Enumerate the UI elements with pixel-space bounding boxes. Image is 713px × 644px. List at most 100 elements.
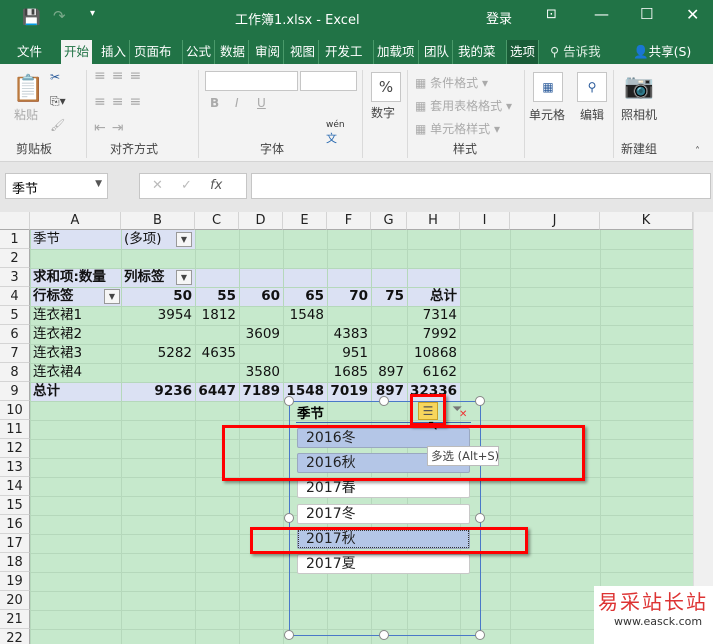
cancel-icon[interactable]: ✕ [152,178,163,193]
ribbon-display-icon[interactable]: ⊡ [546,7,557,22]
row-header-6[interactable]: 6 [0,325,30,344]
format-painter-icon[interactable]: 🖌 [50,118,65,132]
paste-icon[interactable]: 📋 [12,74,44,104]
paste-button[interactable]: 粘贴 [14,106,38,123]
row-header-16[interactable]: 16 [0,515,30,534]
row-header-22[interactable]: 22 [0,629,30,644]
italic-button[interactable]: I [235,96,239,110]
pivot-row-label[interactable]: 连衣裙1 [30,306,121,325]
pivot-column-header[interactable]: 总计 [407,287,460,306]
pivot-row-label[interactable]: 连衣裙2 [30,325,121,344]
filter-icon[interactable]: ▼ [176,232,192,247]
tab-home[interactable]: 开始 [61,40,93,64]
row-header-9[interactable]: 9 [0,382,30,401]
slicer-item[interactable]: 2017冬 [297,504,470,524]
find-icon[interactable]: ⚲ [577,72,607,102]
phonetic-button[interactable]: wén 文 [326,120,345,146]
row-header-8[interactable]: 8 [0,363,30,382]
pivot-value-cell[interactable]: 1812 [195,306,239,325]
copy-icon[interactable]: ⎘▾ [50,94,66,109]
row-header-4[interactable]: 4 [0,287,30,306]
save-icon[interactable]: 💾 [22,8,41,26]
tab-view[interactable]: 视图 [287,40,320,64]
pivot-column-header[interactable]: 65 [283,287,327,306]
pivot-grand-total-cell[interactable]: 7189 [239,382,283,401]
pivot-sum-label[interactable]: 求和项:数量 [30,268,195,287]
tab-file[interactable]: 文件 [14,40,45,64]
share-button[interactable]: 👤共享(S) [633,41,691,60]
pivot-column-labels[interactable]: 列标签 [121,268,168,287]
cells-icon[interactable]: ▦ [533,72,563,102]
column-header-K[interactable]: K [600,212,693,230]
pivot-value-cell[interactable]: 1685 [327,363,371,382]
pivot-value-cell[interactable]: 3609 [239,325,283,344]
pivot-value-cell[interactable]: 4635 [195,344,239,363]
tell-me-button[interactable]: ⚲ 告诉我 [550,41,601,60]
pivot-row-label[interactable]: 连衣裙3 [30,344,121,363]
pivot-value-cell[interactable]: 897 [371,363,407,382]
vertical-scrollbar[interactable] [693,212,713,644]
select-all-corner[interactable] [0,212,30,230]
row-header-17[interactable]: 17 [0,534,30,553]
tab-my-menu[interactable]: 我的菜单 [455,40,507,64]
row-header-13[interactable]: 13 [0,458,30,477]
redo-icon[interactable]: ↷ [53,7,66,25]
column-header-J[interactable]: J [510,212,600,230]
row-header-11[interactable]: 11 [0,420,30,439]
resize-handle[interactable] [284,513,294,523]
login-link[interactable]: 登录 [486,8,512,27]
column-header-C[interactable]: C [195,212,239,230]
row-header-7[interactable]: 7 [0,344,30,363]
pivot-grand-total-cell[interactable]: 6447 [195,382,239,401]
pivot-grand-total-cell[interactable]: 9236 [121,382,195,401]
row-header-1[interactable]: 1 [0,230,30,249]
tab-options[interactable]: 选项 [507,40,540,64]
row-header-3[interactable]: 3 [0,268,30,287]
tab-data[interactable]: 数据 [217,40,250,64]
slicer-item[interactable]: 2017春 [297,478,470,498]
row-header-5[interactable]: 5 [0,306,30,325]
column-header-B[interactable]: B [121,212,195,230]
column-header-H[interactable]: H [407,212,460,230]
column-header-E[interactable]: E [283,212,327,230]
pivot-value-cell[interactable]: 6162 [407,363,460,382]
tab-developer[interactable]: 开发工具 [322,40,374,64]
pivot-value-cell[interactable]: 7992 [407,325,460,344]
number-format-button[interactable]: 数字 [371,104,395,121]
pivot-value-cell[interactable]: 4383 [327,325,371,344]
cell-styles-button[interactable]: ▦ 单元格样式 ▾ [415,120,500,137]
customize-toolbar-icon[interactable]: ▾ [90,8,95,19]
bold-button[interactable]: B [210,96,219,110]
font-name-select[interactable] [205,71,298,91]
conditional-format-button[interactable]: ▦ 条件格式 ▾ [415,74,488,91]
pivot-value-cell[interactable]: 1548 [283,306,327,325]
pivot-value-cell[interactable]: 5282 [121,344,195,363]
row-header-2[interactable]: 2 [0,249,30,268]
column-header-D[interactable]: D [239,212,283,230]
fx-icon[interactable]: fx [210,178,222,193]
pivot-column-header[interactable]: 50 [121,287,195,306]
resize-handle[interactable] [379,396,389,406]
enter-icon[interactable]: ✓ [181,178,192,193]
column-header-G[interactable]: G [371,212,407,230]
row-header-14[interactable]: 14 [0,477,30,496]
row-header-19[interactable]: 19 [0,572,30,591]
indent-icons[interactable]: ⇤⇥ [94,120,129,136]
row-header-15[interactable]: 15 [0,496,30,515]
row-header-12[interactable]: 12 [0,439,30,458]
pivot-column-header[interactable]: 75 [371,287,407,306]
close-icon[interactable]: ✕ [686,5,699,24]
pivot-value-cell[interactable]: 7314 [407,306,460,325]
tab-formulas[interactable]: 公式 [183,40,216,64]
pivot-column-header[interactable]: 70 [327,287,371,306]
underline-button[interactable]: U [257,96,266,110]
column-header-F[interactable]: F [327,212,371,230]
collapse-ribbon-icon[interactable]: ˄ [695,146,700,157]
resize-handle[interactable] [284,630,294,640]
cells-button[interactable]: 单元格 [529,106,565,123]
pivot-value-cell[interactable]: 10868 [407,344,460,363]
slicer-item[interactable]: 2017夏 [297,554,470,574]
cut-icon[interactable]: ✂ [50,70,60,84]
row-header-18[interactable]: 18 [0,553,30,572]
formula-input[interactable] [251,173,711,199]
